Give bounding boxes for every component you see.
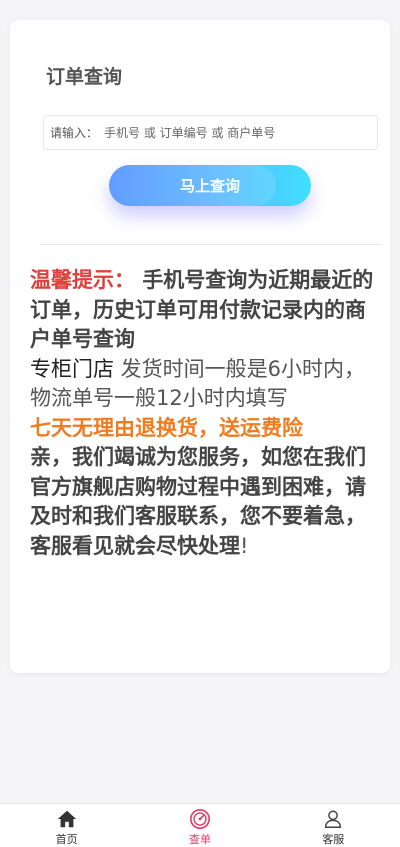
page: 订单查询 请输入： 马上查询 温馨提示： 手机号查询为近期最近的订单，历史订单可… xyxy=(0,0,400,847)
tab-order-query[interactable]: 查单 xyxy=(133,804,266,847)
tab-order-query-label: 查单 xyxy=(188,833,211,846)
notice-lead: 温馨提示： xyxy=(30,268,135,292)
customer-service-icon xyxy=(325,810,342,828)
order-query-icon xyxy=(189,809,210,829)
tab-customer-service[interactable]: 客服 xyxy=(267,804,400,847)
notice-p2-store: 专柜门店 xyxy=(30,356,114,381)
bottom-tabbar: 首页 查单 客服 xyxy=(0,803,400,847)
search-box[interactable]: 请输入： xyxy=(43,115,378,150)
tab-home[interactable]: 首页 xyxy=(0,804,133,847)
divider xyxy=(40,244,380,245)
search-prefix-label: 请输入： xyxy=(50,126,99,140)
card-title: 订单查询 xyxy=(46,66,123,88)
query-button-label: 马上查询 xyxy=(179,178,240,195)
search-input[interactable] xyxy=(104,125,377,140)
notice-p4-end: ! xyxy=(240,533,249,558)
tab-customer-service-label: 客服 xyxy=(322,833,345,846)
tab-home-label: 首页 xyxy=(55,833,78,846)
notice-text: 温馨提示： 手机号查询为近期最近的订单，历史订单可用付款记录内的商户单号查询 专… xyxy=(30,266,375,561)
home-icon xyxy=(57,810,76,828)
notice-p4: 亲，我们竭诚为您服务，如您在我们官方旗舰店购物过程中遇到困难，请及时和我们客服联… xyxy=(30,445,366,558)
query-button[interactable]: 马上查询 xyxy=(109,165,311,206)
notice-p3: 七天无理由退换货，送运费险 xyxy=(30,415,303,440)
